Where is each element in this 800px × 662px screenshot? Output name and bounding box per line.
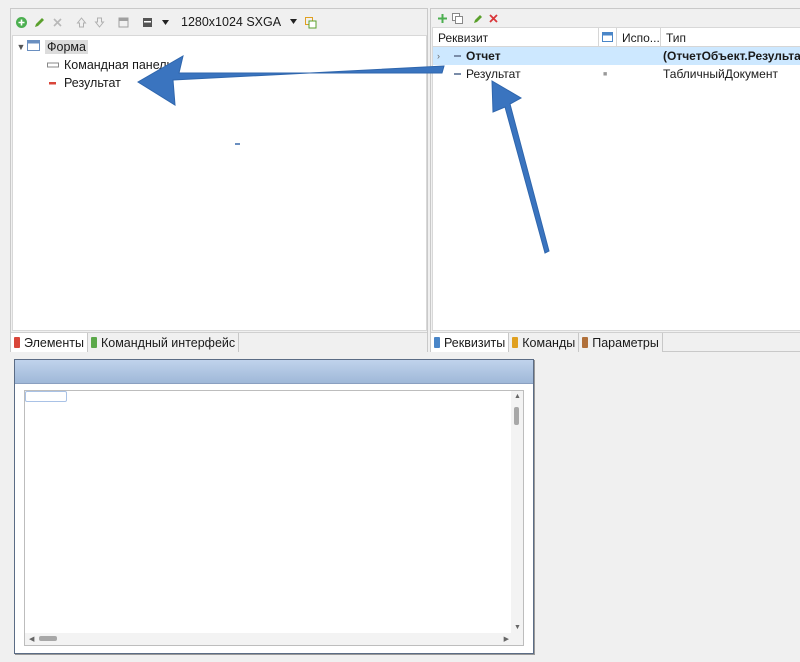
attribute-type: ТабличныйДокумент xyxy=(663,67,778,81)
attributes-table: Реквизит Испо... Тип › Отчет (ОтчетОбъек… xyxy=(432,27,800,331)
use-checkbox[interactable]: ■ xyxy=(603,65,615,83)
add-icon[interactable] xyxy=(13,14,30,31)
scroll-thumb[interactable] xyxy=(39,636,57,641)
move-up-icon[interactable] xyxy=(73,14,90,31)
field-icon xyxy=(47,76,59,90)
tab-commands[interactable]: Команды xyxy=(509,333,580,352)
chevron-down-icon xyxy=(289,17,298,28)
table-icon xyxy=(602,31,613,45)
column-header-type[interactable]: Тип xyxy=(661,28,800,47)
resolution-value: 1280x1024 SXGA xyxy=(181,15,282,29)
form-icon xyxy=(27,40,40,54)
scroll-down-icon[interactable]: ▼ xyxy=(514,624,521,631)
preview-window-icon[interactable] xyxy=(302,14,319,31)
delete-icon[interactable] xyxy=(49,14,66,31)
tab-label: Реквизиты xyxy=(444,335,506,350)
attribute-name: Отчет xyxy=(466,49,501,63)
scroll-thumb[interactable] xyxy=(514,407,519,425)
commands-icon xyxy=(512,337,519,348)
tree-item-label: Результат xyxy=(64,76,121,90)
horizontal-scrollbar[interactable]: ◀ ▶ xyxy=(25,633,511,645)
tab-parameters[interactable]: Параметры xyxy=(579,333,663,352)
table-header: Реквизит Испо... Тип xyxy=(433,28,800,47)
table-row[interactable]: › Отчет (ОтчетОбъект.Результат xyxy=(433,47,800,65)
attribute-icon xyxy=(454,65,462,83)
tree-item-label: Командная панель xyxy=(64,58,174,72)
vertical-scrollbar[interactable]: ▲ ▼ xyxy=(511,391,523,645)
tree-item-result[interactable]: Результат xyxy=(47,74,121,92)
command-bar-icon xyxy=(47,58,59,72)
column-header-icon[interactable] xyxy=(599,28,617,47)
left-tab-bar: Элементы Командный интерфейс xyxy=(11,332,427,352)
elements-toolbar: 1280x1024 SXGA xyxy=(11,9,427,35)
attributes-icon xyxy=(434,337,440,348)
tree-item-label: Форма xyxy=(45,40,88,54)
layout-icon[interactable] xyxy=(139,14,156,31)
tab-label: Команды xyxy=(522,335,576,350)
attribute-icon xyxy=(454,47,462,65)
tab-command-interface[interactable]: Командный интерфейс xyxy=(87,333,240,352)
elements-icon xyxy=(14,337,20,348)
scroll-up-icon[interactable]: ▲ xyxy=(514,393,521,400)
selected-cell[interactable] xyxy=(25,391,67,402)
column-header-attribute[interactable]: Реквизит xyxy=(433,28,599,47)
tab-label: Командный интерфейс xyxy=(100,335,236,350)
table-row[interactable]: Результат ■ ТабличныйДокумент xyxy=(433,65,800,83)
right-tab-bar: Реквизиты Команды Параметры xyxy=(431,332,800,352)
tab-attributes[interactable]: Реквизиты xyxy=(431,333,510,352)
attributes-panel: Реквизит Испо... Тип › Отчет (ОтчетОбъек… xyxy=(430,8,800,352)
column-header-use[interactable]: Испо... xyxy=(617,28,661,47)
spreadsheet-document-field[interactable]: ▲ ▼ ◀ ▶ xyxy=(24,390,524,646)
scroll-right-icon[interactable]: ▶ xyxy=(504,635,509,643)
attributes-toolbar xyxy=(431,9,800,27)
form-elements-panel: 1280x1024 SXGA ▼ Форма Командная панель … xyxy=(10,8,428,352)
tree-item-command-bar[interactable]: Командная панель xyxy=(47,56,173,74)
tab-label: Элементы xyxy=(24,335,84,350)
move-down-icon[interactable] xyxy=(91,14,108,31)
chevron-right-icon[interactable]: › xyxy=(437,47,440,65)
group-icon[interactable] xyxy=(115,14,132,31)
copy-icon[interactable] xyxy=(450,11,464,25)
tree-item-form[interactable]: ▼ Форма xyxy=(15,38,88,56)
edit-icon[interactable] xyxy=(471,11,485,25)
tab-elements[interactable]: Элементы xyxy=(11,333,88,352)
command-interface-icon xyxy=(90,337,97,348)
parameters-icon xyxy=(582,337,589,348)
attribute-type: (ОтчетОбъект.Результат xyxy=(663,49,800,63)
form-preview: ▲ ▼ ◀ ▶ xyxy=(14,359,534,654)
preview-titlebar xyxy=(15,360,533,384)
cursor-mark xyxy=(235,143,240,145)
scroll-left-icon[interactable]: ◀ xyxy=(29,635,34,643)
chevron-down-icon[interactable] xyxy=(157,14,174,31)
edit-icon[interactable] xyxy=(31,14,48,31)
chevron-down-icon[interactable]: ▼ xyxy=(15,42,27,52)
add-icon[interactable] xyxy=(435,11,449,25)
form-elements-tree: ▼ Форма Командная панель Результат xyxy=(12,35,427,331)
delete-icon[interactable] xyxy=(486,11,500,25)
tab-label: Параметры xyxy=(592,335,659,350)
attribute-name: Результат xyxy=(466,67,521,81)
resolution-select[interactable]: 1280x1024 SXGA xyxy=(181,15,298,29)
